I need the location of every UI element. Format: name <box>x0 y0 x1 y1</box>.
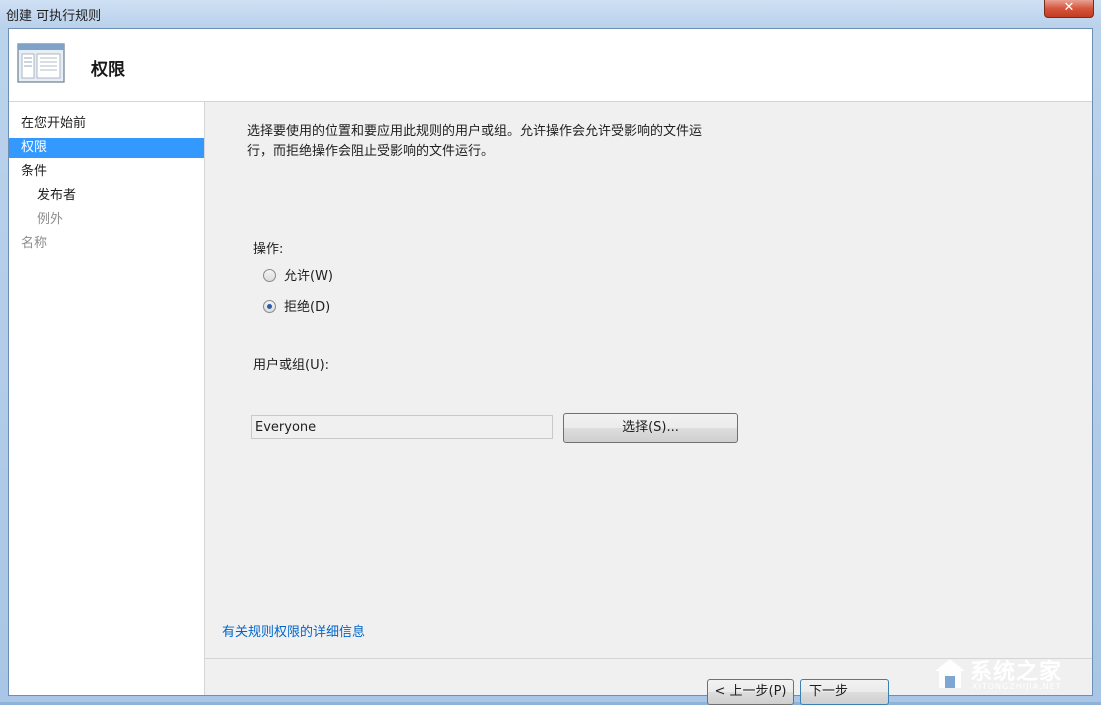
page-description: 选择要使用的位置和要应用此规则的用户或组。允许操作会允许受影响的文件运行，而拒绝… <box>247 124 703 159</box>
wizard-steps-sidebar: 在您开始前 权限 条件 发布者 例外 名称 <box>9 102 205 695</box>
page-header: 权限 <box>9 29 1092 102</box>
back-button[interactable]: < 上一步(P) <box>707 679 794 705</box>
main-content: 选择要使用的位置和要应用此规则的用户或组。允许操作会允许受影响的文件运行，而拒绝… <box>205 102 1092 705</box>
allow-radio-label: 允许(W) <box>284 269 333 284</box>
permissions-info-link[interactable]: 有关规则权限的详细信息 <box>222 621 365 640</box>
user-group-label: 用户或组(U): <box>253 358 330 373</box>
close-button[interactable]: ✕ <box>1044 0 1094 18</box>
deny-radio-label: 拒绝(D) <box>284 300 331 315</box>
page-title: 权限 <box>91 60 125 80</box>
sidebar-item-exceptions: 例外 <box>37 212 64 227</box>
dialog-window: 创建 可执行规则 ✕ 权限 在您开始前 权限 条件 发布者 例外 名称 选择要使… <box>0 0 1101 705</box>
allow-radio[interactable] <box>263 269 276 282</box>
close-icon: ✕ <box>1063 0 1075 15</box>
client-area: 权限 在您开始前 权限 条件 发布者 例外 名称 选择要使用的位置和要应用此规则… <box>8 28 1093 705</box>
next-button[interactable]: 下一步 <box>800 679 889 705</box>
sidebar-item-conditions[interactable]: 条件 <box>9 162 204 182</box>
watermark-subtext: XITONGZHIJIA.NET <box>972 682 1062 691</box>
rule-window-icon <box>17 43 65 83</box>
sidebar-item-before-you-begin[interactable]: 在您开始前 <box>9 114 204 134</box>
allow-radio-option[interactable]: 允许(W) <box>263 268 333 286</box>
title-bar[interactable]: 创建 可执行规则 ✕ <box>0 0 1101 28</box>
deny-radio[interactable] <box>263 300 276 313</box>
house-logo-icon <box>935 659 965 688</box>
sidebar-item-name: 名称 <box>21 236 48 251</box>
action-label: 操作: <box>253 242 284 257</box>
watermark: 系统之家 XITONGZHIJIA.NET <box>928 652 1098 698</box>
deny-radio-option[interactable]: 拒绝(D) <box>263 299 330 317</box>
sidebar-item-publisher[interactable]: 发布者 <box>9 186 204 206</box>
select-user-button[interactable]: 选择(S)... <box>563 413 738 443</box>
window-title: 创建 可执行规则 <box>6 9 102 24</box>
user-group-field[interactable] <box>251 415 553 439</box>
sidebar-item-permissions[interactable]: 权限 <box>9 138 204 158</box>
